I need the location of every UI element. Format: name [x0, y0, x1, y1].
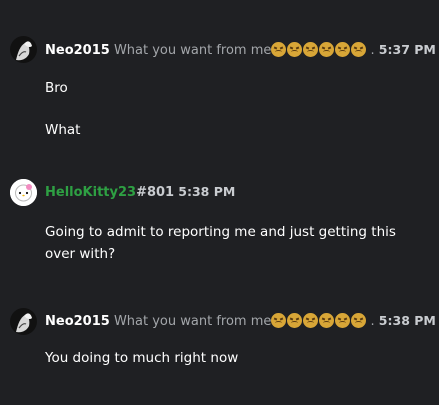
- message-text: Going to admit to reporting me and just …: [45, 224, 396, 262]
- avatar-neo2015[interactable]: [10, 308, 37, 335]
- persevering-face-icon: [335, 313, 351, 328]
- message-header: HelloKitty23#801 5:38 PM: [45, 184, 235, 201]
- message-header: Neo2015 What you want from me . 5:38 PM: [45, 313, 436, 330]
- timestamp[interactable]: 5:38 PM: [379, 313, 436, 328]
- timestamp[interactable]: 5:38 PM: [178, 184, 235, 199]
- username[interactable]: HelloKitty23: [45, 185, 136, 200]
- chat-log: Neo2015 What you want from me . 5:37 PM …: [0, 0, 439, 405]
- message-group-hellokitty23: HelloKitty23#801 5:38 PM Going to admit …: [0, 160, 439, 285]
- user-status: What you want from me: [113, 314, 272, 329]
- avatar-neo2015[interactable]: [10, 36, 37, 63]
- message-text: Bro: [45, 80, 68, 96]
- persevering-face-icon: [303, 313, 319, 328]
- message-header: Neo2015 What you want from me . 5:37 PM: [45, 42, 436, 59]
- persevering-face-icon: [271, 313, 287, 328]
- message-group-neo2015-2: Neo2015 What you want from me . 5:38 PM …: [0, 285, 439, 405]
- persevering-face-icon: [351, 313, 367, 328]
- persevering-face-icon: [287, 42, 303, 57]
- persevering-face-icon: [351, 42, 367, 57]
- status-emoji-row: [271, 313, 367, 328]
- message-text: You doing to much right now: [45, 350, 239, 366]
- status-emoji-row: [271, 42, 367, 57]
- separator: .: [370, 43, 375, 58]
- username[interactable]: Neo2015: [45, 43, 110, 58]
- user-status: What you want from me: [113, 43, 272, 58]
- message-text: What: [45, 122, 81, 138]
- timestamp[interactable]: 5:37 PM: [379, 42, 436, 57]
- separator: .: [370, 314, 375, 329]
- persevering-face-icon: [319, 42, 335, 57]
- persevering-face-icon: [271, 42, 287, 57]
- persevering-face-icon: [303, 42, 319, 57]
- username[interactable]: Neo2015: [45, 314, 110, 329]
- persevering-face-icon: [335, 42, 351, 57]
- message-group-neo2015-1: Neo2015 What you want from me . 5:37 PM …: [0, 0, 439, 160]
- avatar-hellokitty23[interactable]: [10, 179, 37, 206]
- persevering-face-icon: [319, 313, 335, 328]
- persevering-face-icon: [287, 313, 303, 328]
- user-tag: #801: [136, 185, 175, 200]
